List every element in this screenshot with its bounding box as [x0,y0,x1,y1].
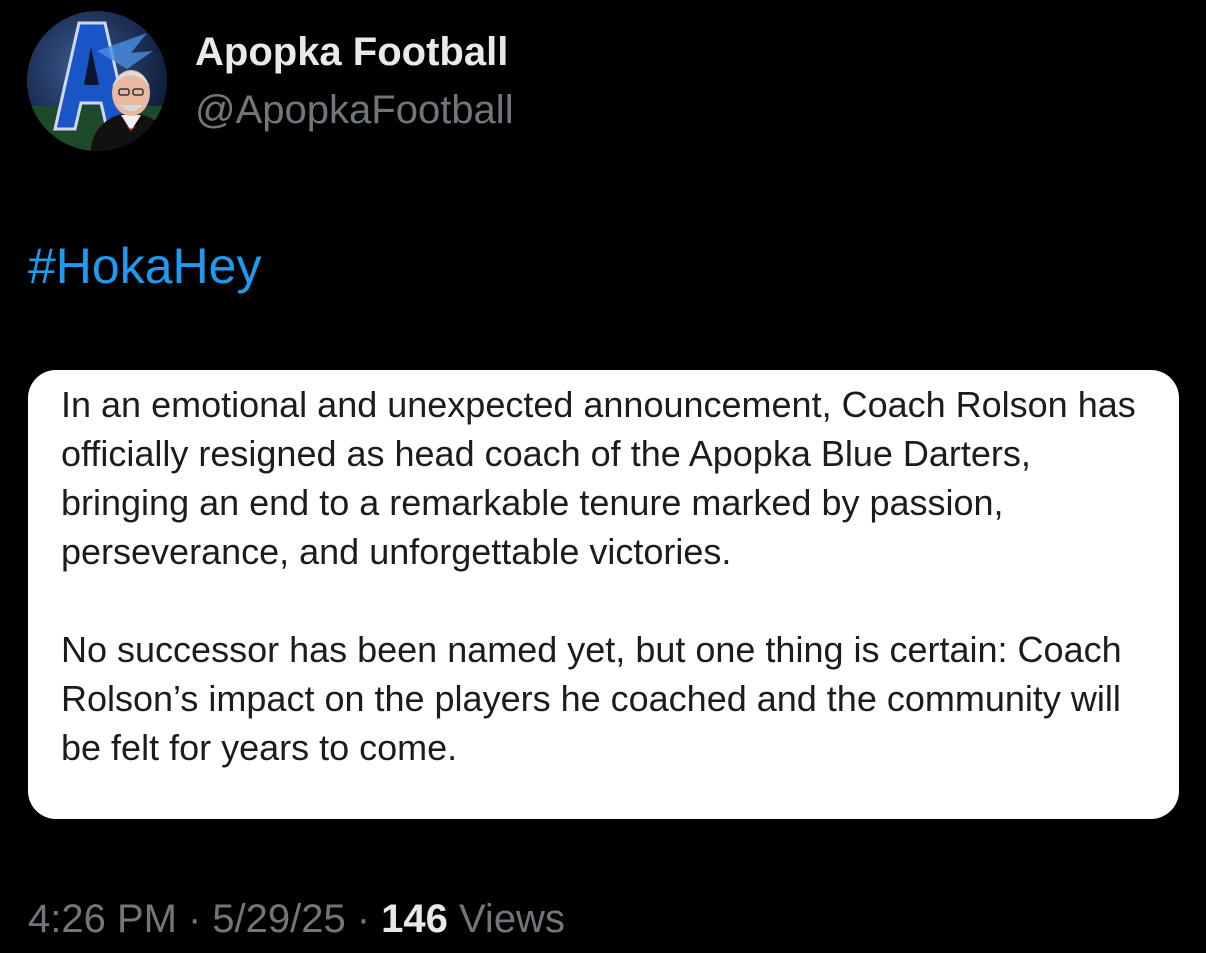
card-paragraph: No successor has been named yet, but one… [61,629,1122,768]
meta-separator: · [187,897,202,941]
card-paragraph: In an emotional and unexpected announcem… [61,384,1136,572]
avatar[interactable] [27,11,167,151]
hashtag-link[interactable]: #HokaHey [28,238,261,294]
avatar-image [27,11,167,151]
views-label: Views [458,897,565,941]
tweet-time[interactable]: 4:26 PM [28,897,177,941]
tweet-date[interactable]: 5/29/25 [212,897,345,941]
account-handle[interactable]: @ApopkaFootball [195,86,514,134]
account-display-name[interactable]: Apopka Football [195,28,508,76]
tweet-image-card[interactable]: In an emotional and unexpected announcem… [28,370,1179,819]
views-count[interactable]: 146 [381,897,448,941]
tweet-meta: 4:26 PM · 5/29/25 · 146 Views [28,892,565,946]
meta-separator: · [356,897,371,941]
